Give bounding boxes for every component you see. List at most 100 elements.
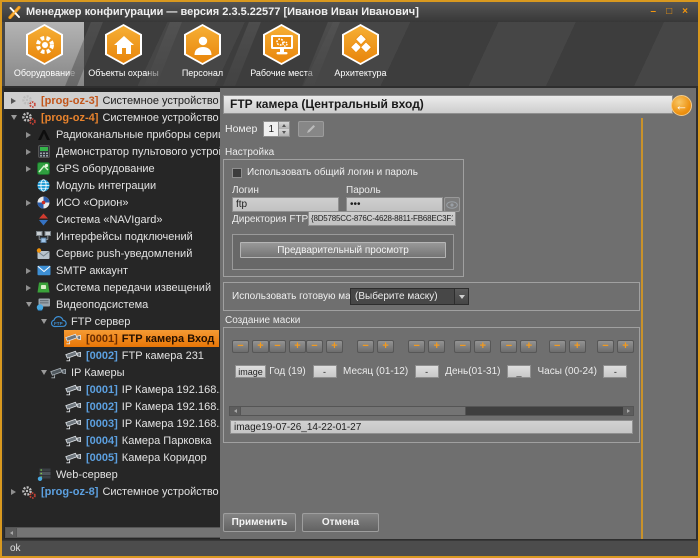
expand-arrow-icon[interactable] [23,200,34,206]
spin-up-icon[interactable] [279,122,289,129]
password-input[interactable] [346,197,443,212]
cancel-button[interactable]: Отмена [302,513,379,532]
mask-part-input[interactable]: _ [507,365,531,378]
collapse-arrow-icon[interactable] [8,115,19,120]
scrollbar-thumb[interactable] [240,407,466,415]
spin-down-icon[interactable] [279,129,289,136]
collapse-arrow-icon[interactable] [38,319,49,324]
tree-item[interactable]: SMTP аккаунт [4,262,220,279]
mask-minus-button[interactable]: − [232,340,249,353]
tree-item[interactable]: [0002]IP Камера 192.168.20.232 [4,398,220,415]
mask-part-input[interactable]: image [235,365,266,378]
tree-item[interactable]: FTPFTP сервер [4,313,220,330]
mask-minus-button[interactable]: − [408,340,425,353]
mask-plus-button[interactable]: + [377,340,394,353]
apply-button[interactable]: Применить [223,513,296,532]
tree-item[interactable]: [prog-oz-8]Системное устройство [4,483,220,500]
expand-arrow-icon[interactable] [8,98,19,104]
mask-minus-button[interactable]: − [454,340,471,353]
collapse-arrow-icon[interactable] [23,302,34,307]
mask-part-input[interactable]: - [415,365,439,378]
mask-column: −+ - [597,340,634,378]
tree-item[interactable]: Модуль интеграции [4,177,220,194]
panel-splitter [641,118,643,539]
tree-item[interactable]: IP Камеры [4,364,220,381]
minimize-button[interactable]: – [651,7,657,17]
tree-item[interactable]: [0004]Камера Парковка [4,432,220,449]
window-title: Менеджер конфигурации — версия 2.3.5.225… [26,6,646,18]
tree-item[interactable]: Видеоподсистема [4,296,220,313]
preview-button[interactable]: Предварительный просмотр [240,242,446,258]
expand-arrow-icon[interactable] [23,166,34,172]
mask-minus-button[interactable]: − [549,340,566,353]
tree-item[interactable]: [0001]IP Камера 192.168.20.250 [4,381,220,398]
tree-item[interactable]: [0002]FTP камера 231 [4,347,220,364]
login-input[interactable] [232,197,339,212]
tree-item[interactable]: GPS оборудование [4,160,220,177]
mask-result-input[interactable] [230,420,633,434]
mask-plus-button[interactable]: + [289,340,306,353]
tree-item[interactable]: Радиоканальные приборы серии "Lonta-Opti… [4,126,220,143]
tree-item-label: IP Камера 192.168.20.232 [122,401,220,413]
guarded-objects-house-icon [105,24,142,65]
mask-minus-button[interactable]: − [500,340,517,353]
tree-item[interactable]: [0001]FTP камера Вход [4,330,220,347]
mask-part-input[interactable]: - [313,365,337,378]
tree-item-label: SMTP аккаунт [56,265,128,277]
mask-plus-button[interactable]: + [428,340,445,353]
tree-item[interactable]: [0003]IP Камера 192.168.20.231 [4,415,220,432]
number-spinner[interactable]: 1 [263,121,290,137]
tree-item[interactable]: ИСО «Орион» [4,194,220,211]
mask-plus-button[interactable]: + [569,340,586,353]
cctv-camera-icon [65,383,82,397]
tree-item-label: Модуль интеграции [56,180,156,192]
expand-arrow-icon[interactable] [8,489,19,495]
mask-plus-button[interactable]: + [326,340,343,353]
shared-login-checkbox[interactable] [232,168,242,178]
tree-item[interactable]: Система передачи извещений [4,279,220,296]
mask-group-label: Создание маски [225,315,300,326]
tree-item[interactable]: Система «NAVIgard» [4,211,220,228]
mask-minus-button[interactable]: − [269,340,286,353]
collapse-arrow-icon[interactable] [38,370,49,375]
mask-minus-button[interactable]: − [306,340,323,353]
mask-part-input[interactable]: - [603,365,627,378]
tree-item[interactable]: Интерфейсы подключений [4,228,220,245]
expand-arrow-icon[interactable] [23,149,34,155]
scroll-left-icon[interactable] [230,407,240,415]
mask-minus-button[interactable]: − [597,340,614,353]
mask-horizontal-scrollbar[interactable] [229,406,634,416]
edit-number-button[interactable] [298,121,324,137]
number-value[interactable]: 1 [263,121,279,137]
scroll-right-icon[interactable] [623,407,633,415]
maximize-button[interactable]: □ [666,7,672,17]
mask-preset-dropdown[interactable]: (Выберите маску) [350,288,469,305]
tree-item-label: IP Камеры [71,367,124,379]
mask-column: −+Год (19) [269,340,306,378]
tree-item[interactable]: [0005]Камера Коридор [4,449,220,466]
notification-sim-icon [35,281,52,295]
tree-item[interactable]: Сервис push-уведомлений [4,245,220,262]
scroll-left-icon[interactable] [6,528,16,537]
expand-arrow-icon[interactable] [23,268,34,274]
directory-input[interactable] [308,211,456,226]
number-row: Номер 1 [225,121,324,137]
tree-item[interactable]: Web-сервер [4,466,220,483]
settings-group-box: Использовать общий логин и пароль Логин … [223,159,464,277]
mask-plus-button[interactable]: + [474,340,491,353]
tree-item[interactable]: Демонстратор пультового устройства [4,143,220,160]
close-button[interactable]: × [682,7,688,17]
mask-plus-button[interactable]: + [252,340,269,353]
expand-arrow-icon[interactable] [23,132,34,138]
mask-plus-button[interactable]: + [617,340,634,353]
mask-plus-button[interactable]: + [520,340,537,353]
expand-arrow-icon[interactable] [23,285,34,291]
mask-minus-button[interactable]: − [357,340,374,353]
back-button[interactable]: ← [671,95,692,116]
show-password-button[interactable] [444,197,460,212]
number-label: Номер [225,123,257,135]
tree-item[interactable]: [prog-oz-3]Системное устройство [4,92,220,109]
tree-item-label: Демонстратор пультового устройства [56,146,220,158]
tree-item[interactable]: [prog-oz-4]Системное устройство [4,109,220,126]
tree-item-label: Система «NAVIgard» [56,214,162,226]
